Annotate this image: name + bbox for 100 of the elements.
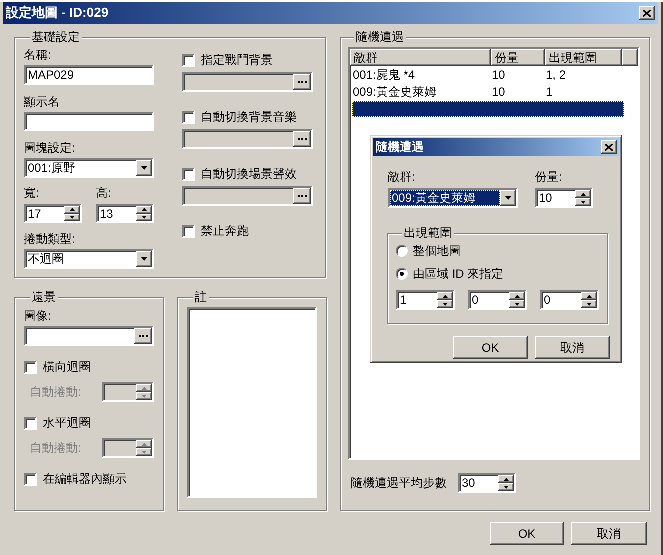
dialog-button[interactable]: 取消 (535, 336, 610, 359)
radio-label: 整個地圖 (413, 244, 461, 258)
table-cell-text: 1 (545, 84, 554, 100)
spin-arrows[interactable] (64, 206, 80, 221)
radio-button[interactable] (396, 245, 408, 257)
group-title: 遠景 (30, 290, 58, 304)
spin-arrows[interactable] (581, 292, 597, 308)
checkbox[interactable] (182, 168, 195, 180)
window-title: 設定地圖 - ID:029 (6, 6, 109, 20)
checkbox-label: 自動切換背景音樂 (201, 110, 297, 124)
field-label: 名稱: (24, 48, 52, 62)
text-field[interactable]: MAP029 (24, 65, 154, 85)
dropdown-button[interactable] (136, 251, 152, 267)
field-label: 自動捲動: (30, 385, 82, 399)
checkbox[interactable] (24, 416, 37, 430)
dropdown[interactable]: 009:黃金史萊姆 (388, 188, 518, 208)
spin-arrows[interactable] (136, 440, 152, 456)
file-field[interactable] (24, 326, 154, 346)
table-cell-text: 001:屍鬼 *4 (352, 67, 416, 83)
radio-button[interactable] (396, 268, 408, 280)
spin-arrows[interactable] (136, 206, 152, 221)
window-title: 隨機遭遇 (376, 140, 424, 154)
note-field[interactable] (187, 307, 317, 498)
close-icon (605, 144, 613, 150)
field-label: 捲動類型: (24, 232, 76, 246)
checkbox-label: 禁止奔跑 (201, 224, 249, 238)
column-header[interactable]: 出現範圍 (545, 49, 622, 66)
up-arrow-icon (442, 294, 448, 298)
checkbox[interactable] (182, 110, 195, 124)
up-arrow-icon (504, 478, 508, 480)
field-label: 圖像: (24, 309, 52, 323)
down-arrow-icon (504, 196, 512, 200)
field-label: 自動捲動: (30, 441, 82, 455)
field-label: 圖塊設定: (24, 141, 76, 155)
file-field[interactable] (182, 72, 313, 92)
spin-arrows[interactable] (509, 292, 525, 308)
checkbox[interactable] (24, 360, 37, 374)
column-header[interactable]: 敵群 (350, 49, 491, 66)
down-arrow-icon (70, 216, 74, 219)
spin-arrows[interactable] (437, 292, 453, 308)
down-arrow-icon (504, 486, 508, 488)
up-arrow-icon (514, 294, 520, 298)
checkbox-label: 自動切換場景聲效 (201, 167, 297, 181)
dropdown[interactable]: 不迴圈 (24, 249, 154, 269)
dropdown[interactable]: 001:原野 (24, 158, 154, 178)
spin-box[interactable]: 13 (96, 204, 154, 223)
checkbox[interactable] (182, 224, 195, 238)
group-title: 隨機遭遇 (354, 30, 406, 44)
spin-box[interactable]: 0 (468, 290, 527, 310)
checkbox-label: 指定戰鬥背景 (201, 53, 273, 67)
down-arrow-icon (140, 166, 148, 170)
field-label: 高: (96, 186, 112, 200)
file-field[interactable] (182, 129, 313, 149)
up-arrow-icon (70, 208, 74, 212)
field-label: 顯示名 (24, 95, 61, 109)
spin-box[interactable] (102, 382, 154, 402)
spin-box[interactable]: 17 (24, 204, 82, 223)
column-header (622, 49, 638, 66)
dropdown-button[interactable] (500, 190, 516, 206)
dropdown-button[interactable] (136, 160, 152, 176)
group-title: 基礎設定 (30, 30, 82, 44)
browse-button[interactable] (293, 74, 311, 90)
spin-box[interactable]: 30 (458, 473, 516, 493)
close-icon (643, 10, 651, 16)
spin-arrows[interactable] (498, 475, 514, 491)
dialog-button[interactable]: OK (490, 522, 564, 545)
browse-button[interactable] (293, 188, 311, 204)
dialog-button[interactable]: OK (453, 336, 528, 359)
browse-button[interactable] (134, 328, 152, 344)
list-row[interactable] (352, 101, 624, 117)
dialog-button[interactable]: 取消 (571, 522, 647, 545)
close-button[interactable] (639, 6, 655, 20)
text-field[interactable] (24, 112, 154, 131)
spin-box[interactable]: 0 (540, 290, 599, 310)
down-arrow-icon (140, 257, 148, 261)
checkbox[interactable] (24, 472, 37, 486)
group-title: 出現範圍 (402, 226, 454, 240)
down-arrow-icon (142, 216, 146, 219)
spin-arrows[interactable] (575, 190, 591, 206)
up-arrow-icon (142, 442, 146, 446)
browse-button[interactable] (293, 131, 311, 147)
checkbox[interactable] (182, 54, 195, 66)
up-arrow-icon (580, 192, 586, 196)
down-arrow-icon (142, 394, 146, 398)
spin-box[interactable]: 10 (535, 188, 593, 208)
up-arrow-icon (586, 294, 592, 298)
field-label: 隨機遭遇平均步數 (351, 476, 447, 490)
close-button[interactable] (601, 140, 617, 154)
field-label: 份量: (535, 170, 564, 184)
checkbox-label: 水平迴圈 (43, 416, 91, 430)
spin-box[interactable] (102, 438, 154, 458)
spin-box[interactable]: 1 (396, 290, 455, 310)
down-arrow-icon (514, 302, 520, 306)
table-cell-text: 10 (491, 84, 506, 100)
file-field[interactable] (182, 186, 313, 206)
spin-arrows[interactable] (136, 384, 152, 400)
down-arrow-icon (442, 302, 448, 306)
column-header[interactable]: 份量 (491, 49, 545, 66)
table-cell-text: 1, 2 (545, 67, 568, 83)
checkbox-label: 在編輯器內顯示 (43, 472, 127, 486)
